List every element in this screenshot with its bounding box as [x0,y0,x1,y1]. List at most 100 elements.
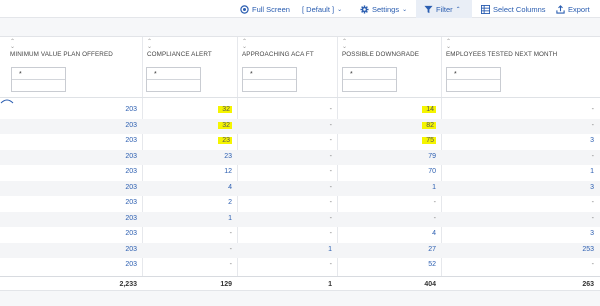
column-header-minimum-value-plan[interactable]: ⌃ ⌄ MINIMUM VALUE PLAN OFFERED [0,37,142,65]
table-cell[interactable]: 23 [218,137,232,144]
table-cell[interactable]: 52 [428,261,436,268]
filter-operator: * [350,71,353,78]
total-cell: 1 [328,281,332,288]
chevron-up-icon: ⌃ [455,6,461,13]
table-row: 203 - - 4 3 [0,227,600,243]
filter-operator: * [19,71,22,78]
table-row: 203 - - 52 - [0,258,600,274]
table-cell: - [329,137,332,144]
column-label: MINIMUM VALUE PLAN OFFERED [10,51,113,58]
table-cell[interactable]: 203 [125,246,137,253]
divider [0,97,600,98]
table-cell[interactable]: 203 [125,168,137,175]
table-cell: - [329,168,332,175]
table-cell[interactable]: 203 [125,261,137,268]
sort-icon: ⌃ ⌄ [446,39,452,50]
table-cell: - [329,106,332,113]
table-cell[interactable]: 23 [224,153,232,160]
table-cell[interactable]: 4 [228,184,232,191]
table-row: 203 23 - 75 3 [0,134,600,150]
table-cell: - [329,183,332,191]
export-button[interactable]: Export [556,0,590,18]
filter-toggle[interactable]: Filter ⌃ [416,0,472,18]
table-cell[interactable]: 203 [125,122,137,129]
table-cell[interactable]: 2 [228,199,232,206]
table-cell[interactable]: 203 [125,137,137,144]
column-label: APPROACHING ACA FT [242,51,314,58]
table-cell: - [229,261,232,268]
table-cell[interactable]: 12 [224,168,232,175]
table-cell[interactable]: 79 [428,153,436,160]
table-cell: - [329,152,332,160]
table-cell: - [329,199,332,206]
table-cell: - [229,245,232,253]
total-cell: 129 [220,281,232,288]
table-row: 203 1 - - - [0,211,600,227]
table-cell[interactable]: 1 [328,246,332,253]
table-cell: - [591,199,594,206]
view-dropdown[interactable]: [ Default ] ⌄ [302,0,342,18]
table-cell[interactable]: 203 [125,106,137,113]
table-cell: - [591,106,594,113]
totals-row: 2,233 129 1 404 263 [0,276,600,290]
footer-band [0,290,600,306]
table-cell[interactable]: 32 [218,106,232,113]
filter-operator: * [250,71,253,78]
export-icon [556,4,565,14]
full-screen-icon [240,4,249,14]
table-cell: - [329,214,332,222]
column-header-approaching-aca-ft[interactable]: ⌃ ⌄ APPROACHING ACA FT [232,37,337,65]
table-cell[interactable]: 1 [590,168,594,175]
filter-input[interactable]: * [11,67,66,92]
table-cell[interactable]: 3 [590,184,594,191]
sort-icon: ⌃ ⌄ [147,39,153,50]
filter-input[interactable]: * [242,67,297,92]
table-cell[interactable]: 27 [428,246,436,253]
table-cell[interactable]: 203 [125,215,137,222]
filter-operator: * [154,71,157,78]
toolbar: Full Screen [ Default ] ⌄ Settings ⌄ Fil… [0,0,600,18]
table-cell[interactable]: 1 [432,184,436,191]
select-columns-button[interactable]: Select Columns [481,0,546,18]
table-cell[interactable]: 203 [125,199,137,206]
table-row: 203 12 - 70 1 [0,165,600,181]
column-header-employees-tested-next-month[interactable]: ⌃ ⌄ EMPLOYEES TESTED NEXT MONTH [436,37,600,65]
column-header-possible-downgrade[interactable]: ⌃ ⌄ POSSIBLE DOWNGRADE [332,37,441,65]
table-row: 203 4 - 1 3 [0,180,600,196]
table-cell[interactable]: 3 [590,230,594,237]
table-cell[interactable]: 32 [218,121,232,129]
settings-label: Settings [372,4,400,14]
table-cell[interactable]: 253 [582,246,594,253]
table-row: 203 32 - 14 - [0,103,600,119]
table-cell: - [329,261,332,268]
column-header-compliance-alert[interactable]: ⌃ ⌄ COMPLIANCE ALERT [137,37,237,65]
total-cell: 2,233 [119,281,137,288]
table-cell[interactable]: 1 [228,215,232,222]
table-cell[interactable]: 75 [422,137,436,144]
table-cell[interactable]: 82 [422,121,436,129]
chevron-down-icon: ⌄ [337,6,343,13]
table-cell: - [591,121,594,129]
gear-icon [360,4,369,14]
filter-input[interactable]: * [146,67,201,92]
total-cell: 404 [424,281,436,288]
table-cell[interactable]: 203 [125,230,137,237]
filter-input[interactable]: * [446,67,501,92]
filter-input[interactable]: * [342,67,397,92]
table-cell[interactable]: 203 [125,184,137,191]
table-row: 203 - 1 27 253 [0,242,600,258]
full-screen-button[interactable]: Full Screen [240,0,290,18]
settings-dropdown[interactable]: Settings ⌄ [360,0,407,18]
view-label: [ Default ] [302,4,335,14]
table-cell: - [591,261,594,268]
select-columns-label: Select Columns [493,4,546,14]
column-label: EMPLOYEES TESTED NEXT MONTH [446,51,558,58]
table-cell[interactable]: 70 [428,168,436,175]
table-cell[interactable]: 203 [125,153,137,160]
table-cell[interactable]: 3 [590,137,594,144]
table-cell[interactable]: 14 [422,106,436,113]
full-screen-label: Full Screen [252,4,290,14]
export-label: Export [568,4,590,14]
columns-icon [481,4,490,14]
table-cell[interactable]: 4 [432,230,436,237]
